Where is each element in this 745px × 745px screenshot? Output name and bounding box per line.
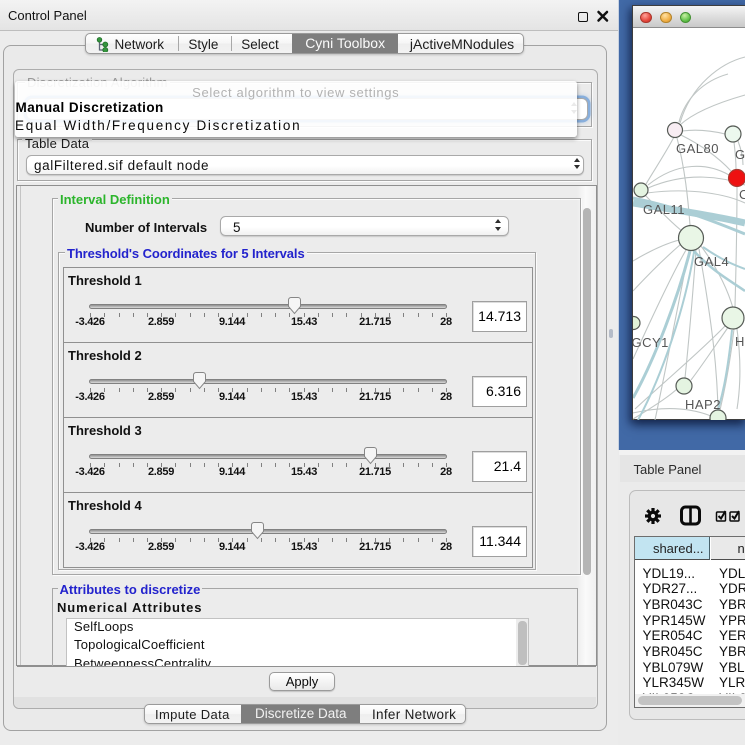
svg-text:H: H <box>735 334 745 349</box>
svg-text:GAL80: GAL80 <box>676 141 719 156</box>
svg-text:GCY1: GCY1 <box>633 335 669 350</box>
svg-text:GA: GA <box>735 147 745 162</box>
svg-text:C: C <box>739 187 745 202</box>
svg-text:HAP2: HAP2 <box>685 397 721 412</box>
svg-text:GAL11: GAL11 <box>643 202 685 217</box>
svg-text:GAL4: GAL4 <box>694 254 729 269</box>
